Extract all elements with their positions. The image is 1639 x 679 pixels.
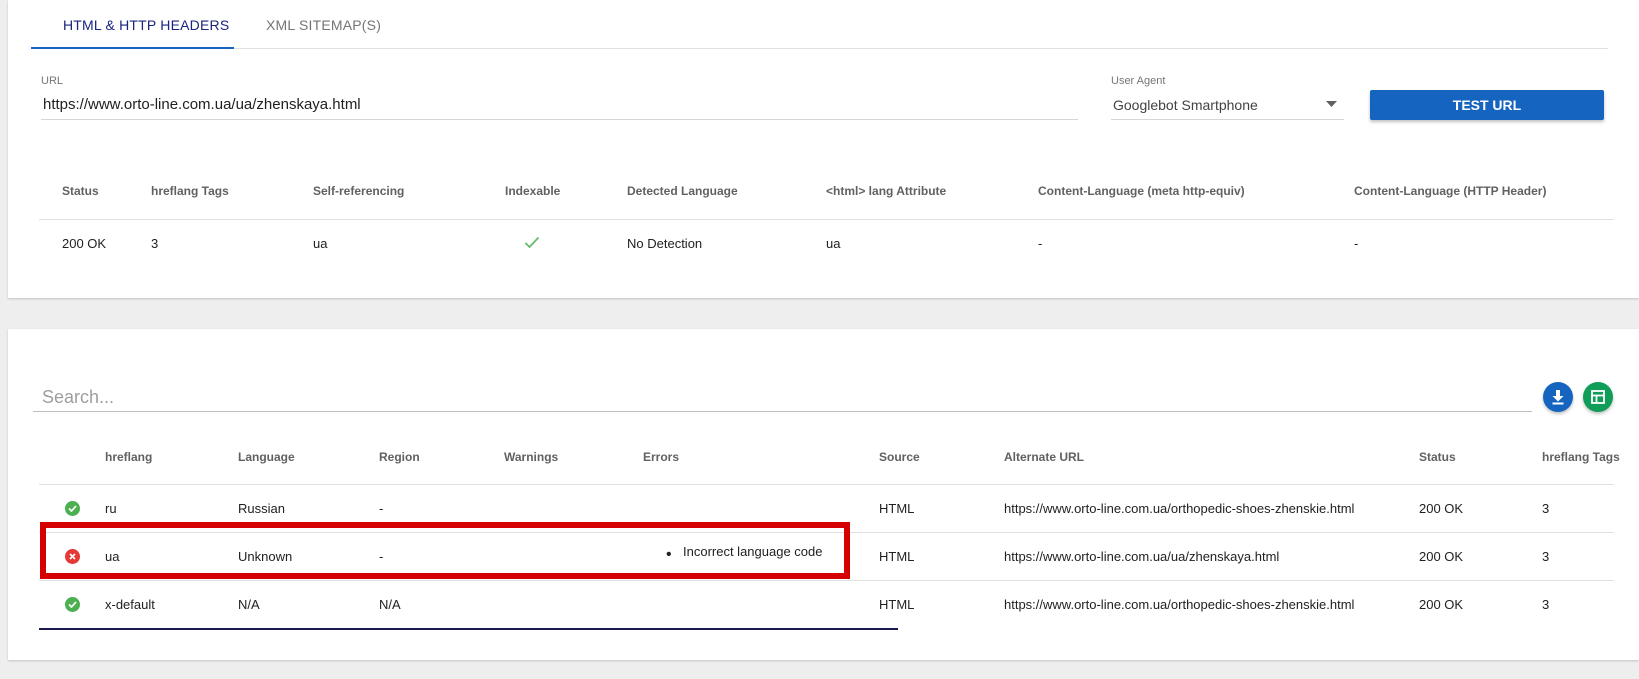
col-header-detected-language: Detected Language [627, 184, 738, 198]
search-underline [33, 411, 1532, 412]
summary-content-language-http: - [1354, 236, 1359, 251]
url-test-card [8, 0, 1639, 298]
row-hreflang-tags: 3 [1542, 501, 1550, 516]
col-header-status: Status [62, 184, 99, 198]
table-scroll-indicator [39, 628, 898, 630]
row-alternate-url[interactable]: https://www.orto-line.com.ua/orthopedic-… [1004, 501, 1354, 516]
error-highlight-box [40, 522, 850, 579]
checkmark-icon [524, 236, 540, 249]
url-input[interactable]: https://www.orto-line.com.ua/ua/zhenskay… [43, 96, 361, 113]
row-source: HTML [879, 597, 915, 612]
col-header-self-referencing: Self-referencing [313, 184, 405, 198]
summary-hreflang-tags: 3 [151, 236, 159, 251]
summary-self-referencing: ua [313, 236, 328, 251]
col-header-status: Status [1419, 450, 1456, 464]
user-agent-select[interactable]: Googlebot Smartphone [1113, 97, 1258, 113]
col-header-hreflang-tags: hreflang Tags [151, 184, 229, 198]
dropdown-arrow-icon[interactable] [1326, 101, 1337, 107]
col-header-language: Language [238, 450, 295, 464]
col-header-alternate-url: Alternate URL [1004, 450, 1085, 464]
col-header-html-lang: <html> lang Attribute [826, 184, 947, 198]
col-header-warnings: Warnings [504, 450, 559, 464]
summary-status: 200 OK [62, 236, 107, 251]
col-header-region: Region [379, 450, 420, 464]
summary-detected-language: No Detection [627, 236, 703, 251]
col-header-hreflang: hreflang [105, 450, 153, 464]
row-region: N/A [379, 597, 401, 612]
col-header-content-language-http: Content-Language (HTTP Header) [1354, 184, 1547, 198]
col-header-hreflang-tags: hreflang Tags [1542, 450, 1620, 464]
row-status: 200 OK [1419, 501, 1464, 516]
row-region: - [379, 501, 384, 516]
valid-status-icon [65, 597, 80, 612]
row-hreflang-tags: 3 [1542, 549, 1550, 564]
test-url-button[interactable]: TEST URL [1370, 90, 1604, 120]
row-source: HTML [879, 549, 915, 564]
url-label: URL [41, 75, 64, 87]
row-hreflang: x-default [105, 597, 155, 612]
col-header-errors: Errors [643, 450, 680, 464]
tab-html-http-headers[interactable]: HTML & HTTP HEADERS [63, 17, 229, 33]
row-language: N/A [238, 597, 260, 612]
row-alternate-url[interactable]: https://www.orto-line.com.ua/orthopedic-… [1004, 597, 1354, 612]
active-tab-indicator [31, 47, 234, 49]
row-alternate-url[interactable]: https://www.orto-line.com.ua/ua/zhenskay… [1004, 549, 1279, 564]
col-header-source: Source [879, 450, 920, 464]
summary-header-divider [39, 219, 1614, 220]
user-agent-label: User Agent [1111, 75, 1166, 87]
download-button[interactable] [1543, 382, 1573, 412]
row-status: 200 OK [1419, 597, 1464, 612]
row-divider [39, 580, 1614, 581]
download-icon [1552, 390, 1564, 405]
col-header-indexable: Indexable [505, 184, 561, 198]
tabs-divider [31, 48, 1608, 49]
spreadsheet-icon [1591, 390, 1605, 404]
row-language: Russian [238, 501, 285, 516]
user-agent-underline [1111, 119, 1344, 120]
row-hreflang: ru [105, 501, 117, 516]
search-input[interactable]: Search... [42, 387, 114, 408]
tab-xml-sitemaps[interactable]: XML SITEMAP(S) [266, 17, 381, 33]
url-input-underline [41, 119, 1078, 120]
valid-status-icon [65, 501, 80, 516]
row-source: HTML [879, 501, 915, 516]
table-header-divider [39, 484, 1614, 485]
summary-html-lang: ua [826, 236, 841, 251]
col-header-content-language-meta: Content-Language (meta http-equiv) [1038, 184, 1245, 198]
row-hreflang-tags: 3 [1542, 597, 1550, 612]
row-status: 200 OK [1419, 549, 1464, 564]
sheets-export-button[interactable] [1583, 382, 1613, 412]
summary-content-language-meta: - [1038, 236, 1043, 251]
